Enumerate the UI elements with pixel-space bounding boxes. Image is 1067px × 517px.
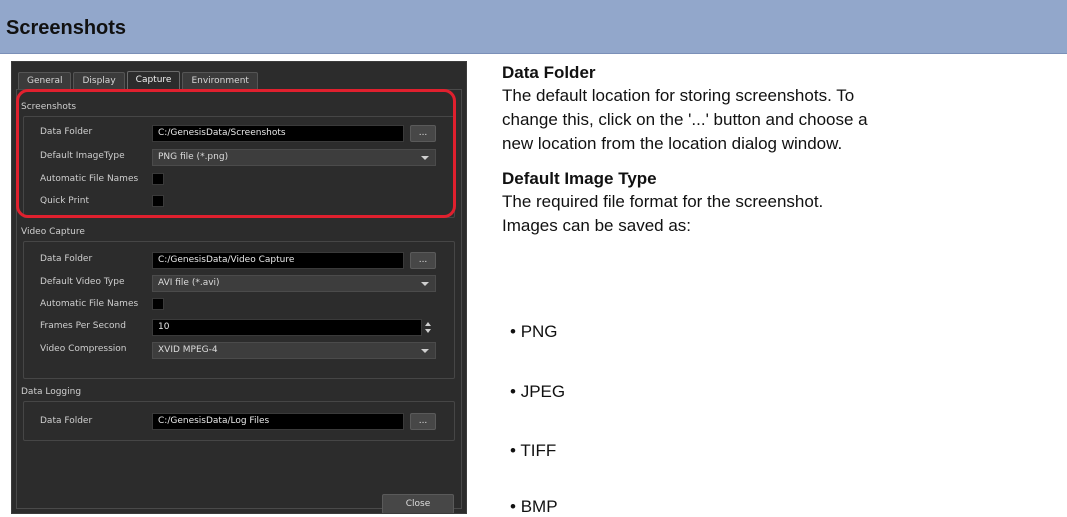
tab-bar: General Display Capture Environment [18,71,260,90]
data-folder-line-2: change this, click on the '...' button a… [502,110,868,129]
video-type-label: Default Video Type [40,277,125,287]
data-folder-heading: Data Folder [502,63,596,82]
video-group: Data Folder C:/GenesisData/Video Capture… [23,241,455,379]
logging-group: Data Folder C:/GenesisData/Log Files ... [23,401,455,441]
video-folder-browse-button[interactable]: ... [410,252,436,269]
image-type-heading: Default Image Type [502,169,657,188]
page-title: Screenshots [6,17,127,39]
tab-display[interactable]: Display [73,72,125,89]
fps-label: Frames Per Second [40,321,126,331]
video-auto-names-label: Automatic File Names [40,299,139,309]
log-folder-browse-button[interactable]: ... [410,413,436,430]
bullet-png: • PNG [510,322,558,341]
fps-input[interactable]: 10 [152,319,422,336]
video-folder-label: Data Folder [40,254,93,264]
chevron-down-icon [421,282,429,286]
bullet-png-label: PNG [520,322,558,341]
bullet-bmp-label: BMP [520,497,558,516]
stepper-up-icon[interactable] [425,322,431,326]
bullet-jpeg: • JPEG [510,382,566,401]
compression-label: Video Compression [40,344,127,354]
bullet-bmp: • BMP [510,497,558,516]
data-folder-line-3: new location from the location dialog wi… [502,134,843,153]
compression-value: XVID MPEG-4 [158,345,218,355]
highlight-annotation [16,89,456,218]
image-type-line-2: Images can be saved as: [502,216,692,235]
log-folder-label: Data Folder [40,416,93,426]
tab-general[interactable]: General [18,72,72,89]
video-auto-names-checkbox[interactable] [152,298,164,310]
logging-group-title: Data Logging [21,387,82,397]
image-type-line-1: The required file format for the screens… [502,192,824,211]
bullet-jpeg-label: JPEG [520,382,566,401]
fps-stepper[interactable] [423,319,433,336]
video-group-title: Video Capture [21,227,85,237]
chevron-down-icon [421,349,429,353]
bullet-tiff: • TIFF [510,441,557,460]
tab-capture[interactable]: Capture [126,71,181,90]
bullet-tiff-label: TIFF [520,441,557,460]
tab-environment[interactable]: Environment [182,72,258,89]
log-folder-input[interactable]: C:/GenesisData/Log Files [152,413,404,430]
video-folder-input[interactable]: C:/GenesisData/Video Capture [152,252,404,269]
page-header: Screenshots [0,0,1067,54]
stepper-down-icon[interactable] [425,329,431,333]
help-text: Data Folder The default location for sto… [502,62,1067,238]
compression-select[interactable]: XVID MPEG-4 [152,342,436,359]
video-type-value: AVI file (*.avi) [158,278,220,288]
close-button[interactable]: Close [382,494,454,513]
video-type-select[interactable]: AVI file (*.avi) [152,275,436,292]
data-folder-line-1: The default location for storing screens… [502,86,855,105]
